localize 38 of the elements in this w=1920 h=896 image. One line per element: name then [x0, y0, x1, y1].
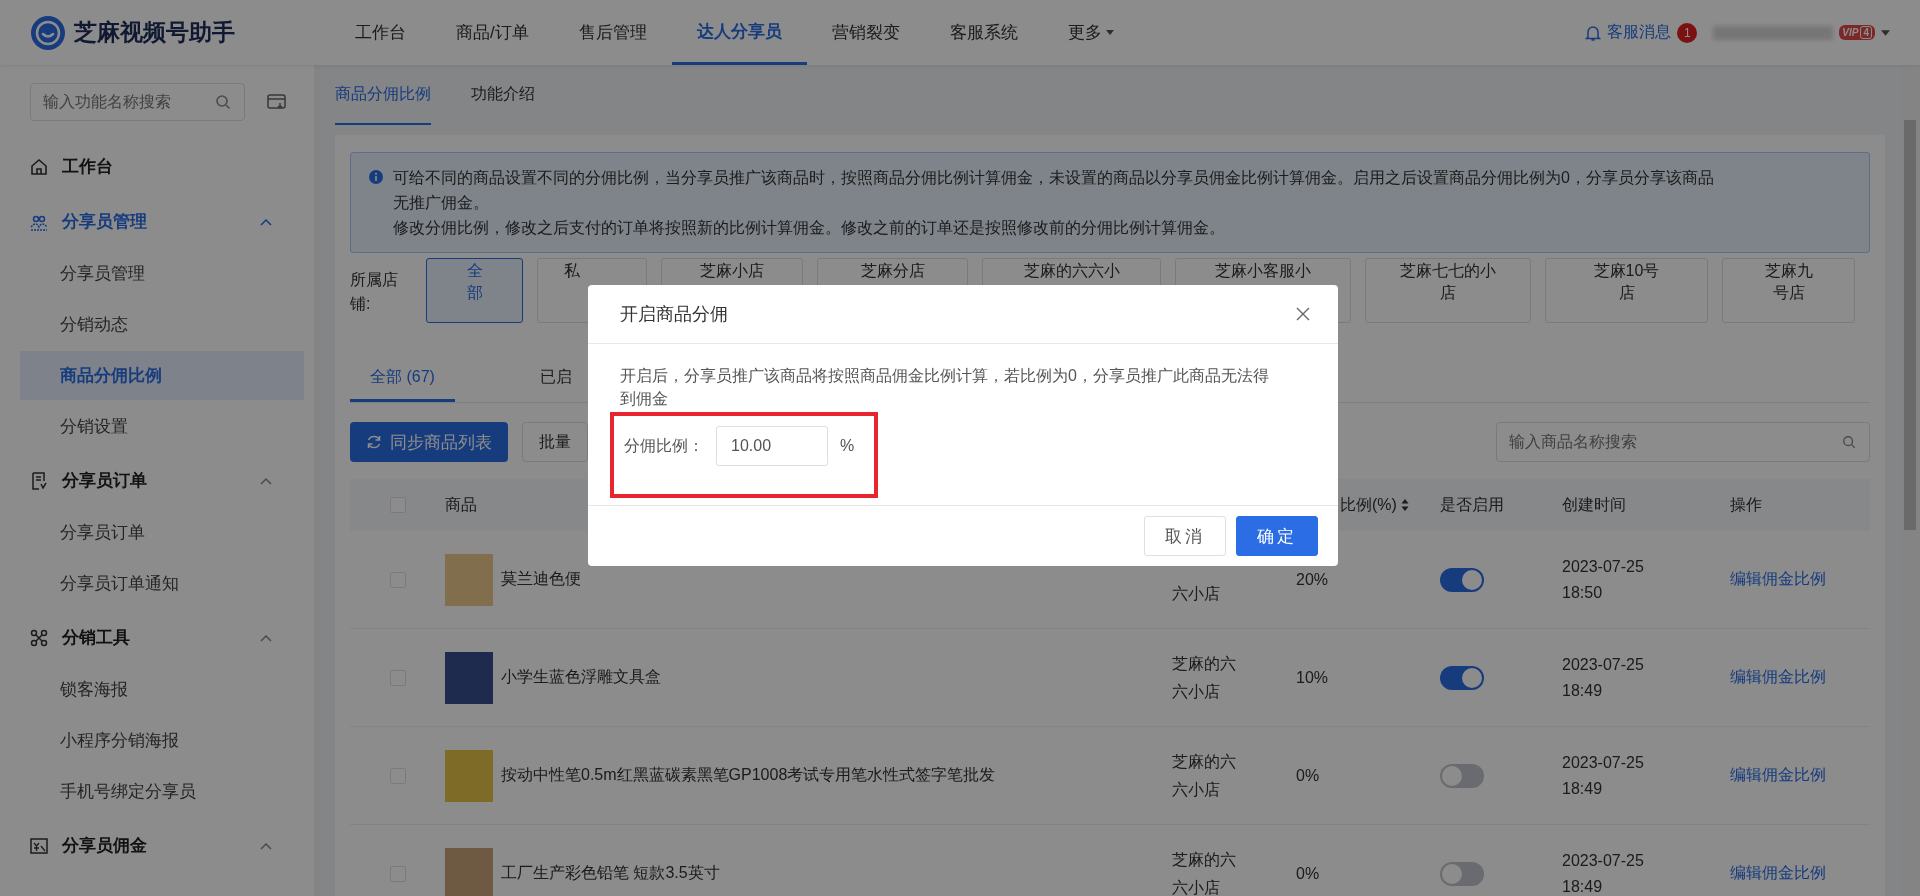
column-header: 创建时间 [1562, 494, 1626, 515]
filter-label: 所属店铺: [350, 270, 399, 314]
unit-label: % [840, 437, 855, 455]
store-name: 六小店 [1172, 681, 1221, 702]
created-time: 18:49 [1562, 680, 1603, 701]
store-name: 芝麻的六 [1172, 751, 1236, 772]
column-header: 比例(%) [1340, 494, 1397, 515]
created-date: 2023-07-25 [1562, 556, 1644, 577]
product-name: 莫兰迪色便 [501, 569, 581, 589]
dialog-title: 开启商品分佣 [620, 303, 728, 326]
created-date: 2023-07-25 [1562, 752, 1644, 773]
created-time: 18:49 [1562, 778, 1603, 799]
logo-text: 芝麻视频号助手 [74, 18, 235, 47]
created-time: 18:50 [1562, 582, 1603, 603]
field-label: 分佣比例： [624, 435, 704, 456]
created-date: 2023-07-25 [1562, 654, 1644, 675]
column-header: 商品 [445, 494, 477, 515]
ratio-value: 0% [1296, 864, 1320, 883]
store-name: 六小店 [1172, 583, 1220, 604]
vip-badge: VIP 4 [1839, 25, 1875, 40]
ratio-value: 0% [1296, 766, 1320, 785]
store-name: 六小店 [1172, 779, 1221, 800]
product-name: 小学生蓝色浮雕文具盒 [501, 667, 661, 687]
ratio-value: 20% [1296, 570, 1329, 589]
created-date: 2023-07-25 [1562, 850, 1644, 871]
column-header: 是否启用 [1440, 494, 1504, 515]
product-name: 工厂生产彩色铅笔 短款3.5英寸 [501, 863, 720, 883]
created-time: 18:49 [1562, 876, 1603, 896]
store-name: 芝麻的六 [1172, 849, 1236, 870]
store-name: 芝麻的六 [1172, 653, 1236, 674]
dialog-message: 开启后，分享员推广该商品将按照商品佣金比例计算，若比例为0，分享员推广此商品无法得到佣金 [620, 366, 1270, 409]
store-name: 六小店 [1172, 877, 1221, 896]
notice-text: 可给不同的商品设置不同的分佣比例，当分享员推广该商品时，按照商品分佣比例计算佣金，未设置的商品以分享员佣金比例计算佣金。启用之后设置商品分佣比例为0，分享员分享该商品无推广佣金。 [393, 168, 1715, 213]
product-name: 按动中性笔0.5m红黑蓝碳素黑笔GP1008考试专用笔水性式签字笔批发 [501, 765, 996, 785]
ratio-value: 10% [1296, 668, 1329, 687]
notification-badge: 1 [1677, 22, 1698, 43]
notice-text: 修改分佣比例，修改之后支付的订单将按照新的比例计算佣金。修改之前的订单还是按照修改前的分佣比例计算佣金。 [393, 218, 1226, 238]
column-header: 操作 [1730, 494, 1762, 515]
